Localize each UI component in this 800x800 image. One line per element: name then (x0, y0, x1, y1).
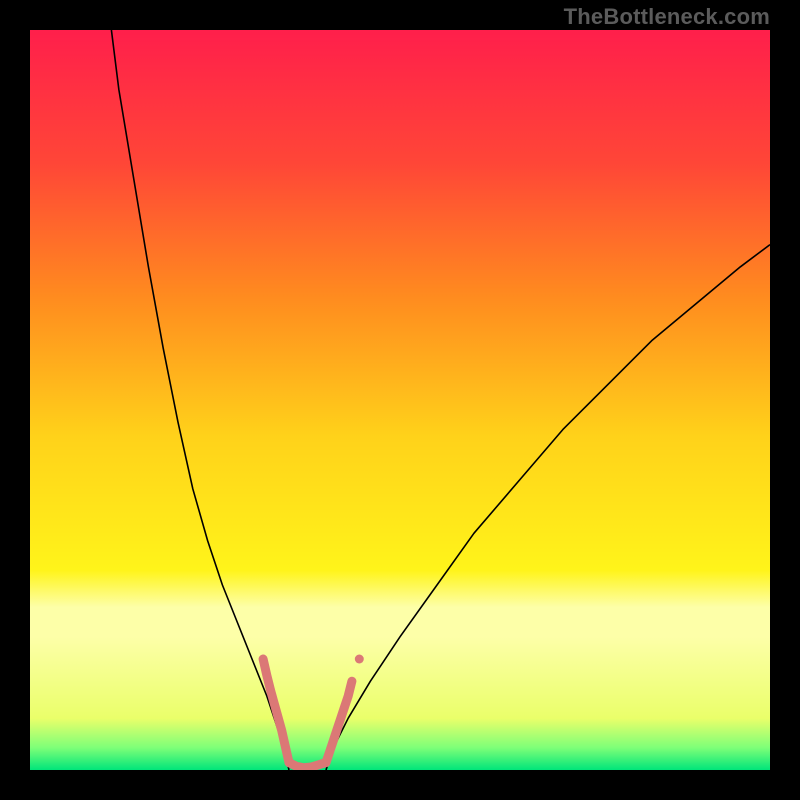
chart-frame: TheBottleneck.com (0, 0, 800, 800)
watermark-text: TheBottleneck.com (564, 4, 770, 30)
series-valley-marker-bottom (289, 763, 326, 768)
chart-svg (30, 30, 770, 770)
chart-background (30, 30, 770, 770)
plot-area (30, 30, 770, 770)
